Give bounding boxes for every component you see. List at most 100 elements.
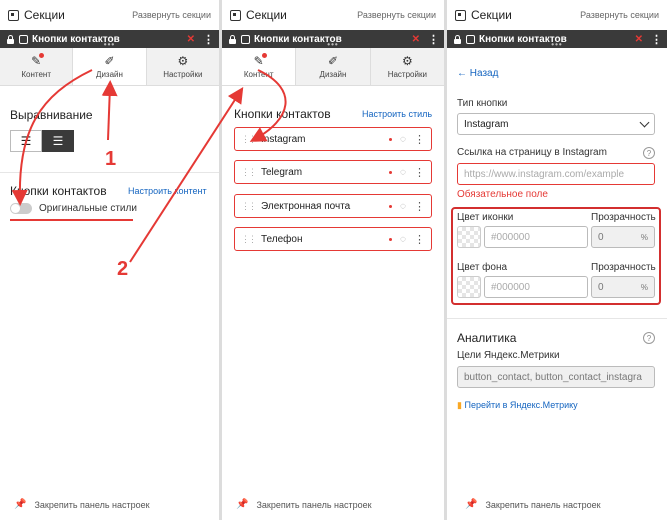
align-left-button[interactable]: ☰	[10, 130, 42, 152]
lock-icon	[453, 34, 462, 44]
edit-icon: ✎	[254, 52, 267, 67]
configure-content-link[interactable]: Настроить контент	[128, 186, 207, 196]
arrow-left-icon: ←	[457, 68, 467, 79]
more-icon[interactable]: ⋮	[414, 166, 425, 179]
sections-title: Секции	[230, 8, 287, 22]
help-icon[interactable]: ?	[643, 147, 655, 159]
link-label: Ссылка на страницу в Instagram	[457, 147, 607, 158]
contacts-section-title: Кнопки контактов	[234, 107, 331, 121]
topbar: Секции Развернуть секции	[0, 0, 219, 30]
topbar: Секции Развернуть секции	[222, 0, 444, 30]
configure-style-link[interactable]: Настроить стиль	[362, 109, 432, 119]
block-icon	[19, 34, 28, 44]
tab-settings[interactable]: ⚙ Настройки	[370, 48, 444, 85]
eye-off-icon[interactable]: ◌	[400, 167, 406, 178]
status-dot	[389, 204, 393, 208]
tab-content[interactable]: ✎ Контент	[0, 48, 74, 85]
brush-icon: ✐	[104, 53, 115, 68]
brush-icon: ✐	[327, 53, 339, 68]
icon-opacity-label: Прозрачность	[591, 212, 656, 223]
bg-opacity-label: Прозрачность	[591, 262, 656, 273]
panel-design: Секции Развернуть секции Кнопки контакто…	[0, 0, 219, 520]
more-icon[interactable]: ⋮	[203, 33, 214, 46]
link-input[interactable]: https://www.instagram.com/example	[457, 163, 655, 185]
metrika-input[interactable]: button_contact, button_contact_instagra	[457, 366, 655, 388]
expand-sections-link[interactable]: Развернуть секции	[357, 10, 436, 20]
tab-content[interactable]: ✎ Контент	[222, 48, 297, 85]
bg-color-input[interactable]: #000000	[484, 276, 588, 298]
drag-handle-icon[interactable]: •••	[327, 40, 338, 49]
tab-settings[interactable]: ⚙ Настройки	[146, 48, 219, 85]
close-icon[interactable]: ✕	[187, 34, 195, 45]
drag-grip-icon[interactable]: ⋮⋮	[241, 234, 257, 245]
more-icon[interactable]: ⋮	[428, 33, 439, 46]
drag-grip-icon[interactable]: ⋮⋮	[241, 201, 257, 212]
sections-icon	[8, 9, 19, 21]
close-icon[interactable]: ✕	[412, 34, 420, 45]
underline-annotation	[10, 219, 133, 221]
block-header[interactable]: Кнопки контактов ✕ ⋮ •••	[447, 30, 667, 49]
align-group: ☰ ☰	[10, 130, 74, 152]
tab-design[interactable]: ✐ Дизайн	[73, 48, 147, 85]
pin-panel[interactable]: 📌 Закрепить панель настроек	[236, 499, 372, 510]
pin-panel[interactable]: 📌 Закрепить панель настроек	[14, 499, 150, 510]
list-item-phone[interactable]: ⋮⋮ Телефон ◌ ⋮	[234, 227, 432, 251]
drag-handle-icon[interactable]: •••	[104, 40, 115, 49]
panel-content: Секции Развернуть секции Кнопки контакто…	[222, 0, 444, 520]
list-item-email[interactable]: ⋮⋮ Электронная почта ◌ ⋮	[234, 194, 432, 218]
eye-off-icon[interactable]: ◌	[400, 234, 406, 245]
edit-icon: ✎	[31, 52, 45, 67]
back-link[interactable]: ← Назад	[457, 68, 498, 79]
close-icon[interactable]: ✕	[635, 34, 643, 45]
tabs: ✎ Контент ✐ Дизайн ⚙ Настройки	[222, 48, 444, 86]
bg-opacity-input[interactable]: 0%	[591, 276, 655, 298]
list-item-telegram[interactable]: ⋮⋮ Telegram ◌ ⋮	[234, 160, 432, 184]
tab-design[interactable]: ✐ Дизайн	[296, 48, 371, 85]
button-type-select[interactable]: Instagram	[457, 113, 655, 135]
pin-icon: 📌	[465, 499, 478, 510]
drag-grip-icon[interactable]: ⋮⋮	[241, 167, 257, 178]
block-icon	[466, 34, 475, 44]
original-styles-label: Оригинальные стили	[39, 203, 137, 214]
expand-sections-link[interactable]: Развернуть секции	[580, 10, 659, 20]
more-icon[interactable]: ⋮	[414, 233, 425, 246]
sections-icon	[455, 9, 466, 21]
eye-off-icon[interactable]: ◌	[400, 134, 406, 145]
sections-icon	[230, 9, 241, 21]
block-header[interactable]: Кнопки контактов ✕ ⋮ •••	[0, 30, 219, 49]
more-icon[interactable]: ⋮	[414, 200, 425, 213]
button-type-label: Тип кнопки	[457, 98, 508, 109]
expand-sections-link[interactable]: Развернуть секции	[132, 10, 211, 20]
sections-title: Секции	[8, 8, 65, 22]
tabs: ✎ Контент ✐ Дизайн ⚙ Настройки	[0, 48, 219, 86]
lock-icon	[6, 34, 15, 44]
chevron-down-icon	[639, 117, 650, 128]
panel-item-settings: Секции Развернуть секции Кнопки контакто…	[447, 0, 667, 520]
eye-off-icon[interactable]: ◌	[400, 201, 406, 212]
align-right-button[interactable]: ☰	[42, 130, 74, 152]
icon-color-label: Цвет иконки	[457, 212, 514, 223]
block-icon	[241, 34, 250, 44]
chart-icon: ▮	[457, 400, 462, 410]
status-dot	[389, 237, 393, 241]
more-icon[interactable]: ⋮	[651, 33, 662, 46]
icon-color-input[interactable]: #000000	[484, 226, 588, 248]
gear-icon: ⚙	[401, 53, 413, 68]
metrika-link[interactable]: ▮ Перейти в Яндекс.Метрику	[457, 400, 578, 411]
block-header[interactable]: Кнопки контактов ✕ ⋮ •••	[222, 30, 444, 49]
icon-color-swatch[interactable]	[457, 226, 481, 248]
list-item-instagram[interactable]: ⋮⋮ Instagram ◌ ⋮	[234, 127, 432, 151]
icon-opacity-input[interactable]: 0%	[591, 226, 655, 248]
more-icon[interactable]: ⋮	[414, 133, 425, 146]
status-dot	[389, 170, 393, 174]
gear-icon: ⚙	[177, 53, 189, 68]
required-error: Обязательное поле	[457, 189, 548, 200]
contacts-section-title: Кнопки контактов	[10, 184, 107, 198]
topbar: Секции Развернуть секции	[447, 0, 667, 30]
pin-panel[interactable]: 📌 Закрепить панель настроек	[465, 499, 601, 510]
original-styles-toggle[interactable]	[10, 203, 32, 214]
help-icon[interactable]: ?	[643, 332, 655, 344]
drag-grip-icon[interactable]: ⋮⋮	[241, 134, 257, 145]
bg-color-swatch[interactable]	[457, 276, 481, 298]
drag-handle-icon[interactable]: •••	[551, 40, 562, 49]
